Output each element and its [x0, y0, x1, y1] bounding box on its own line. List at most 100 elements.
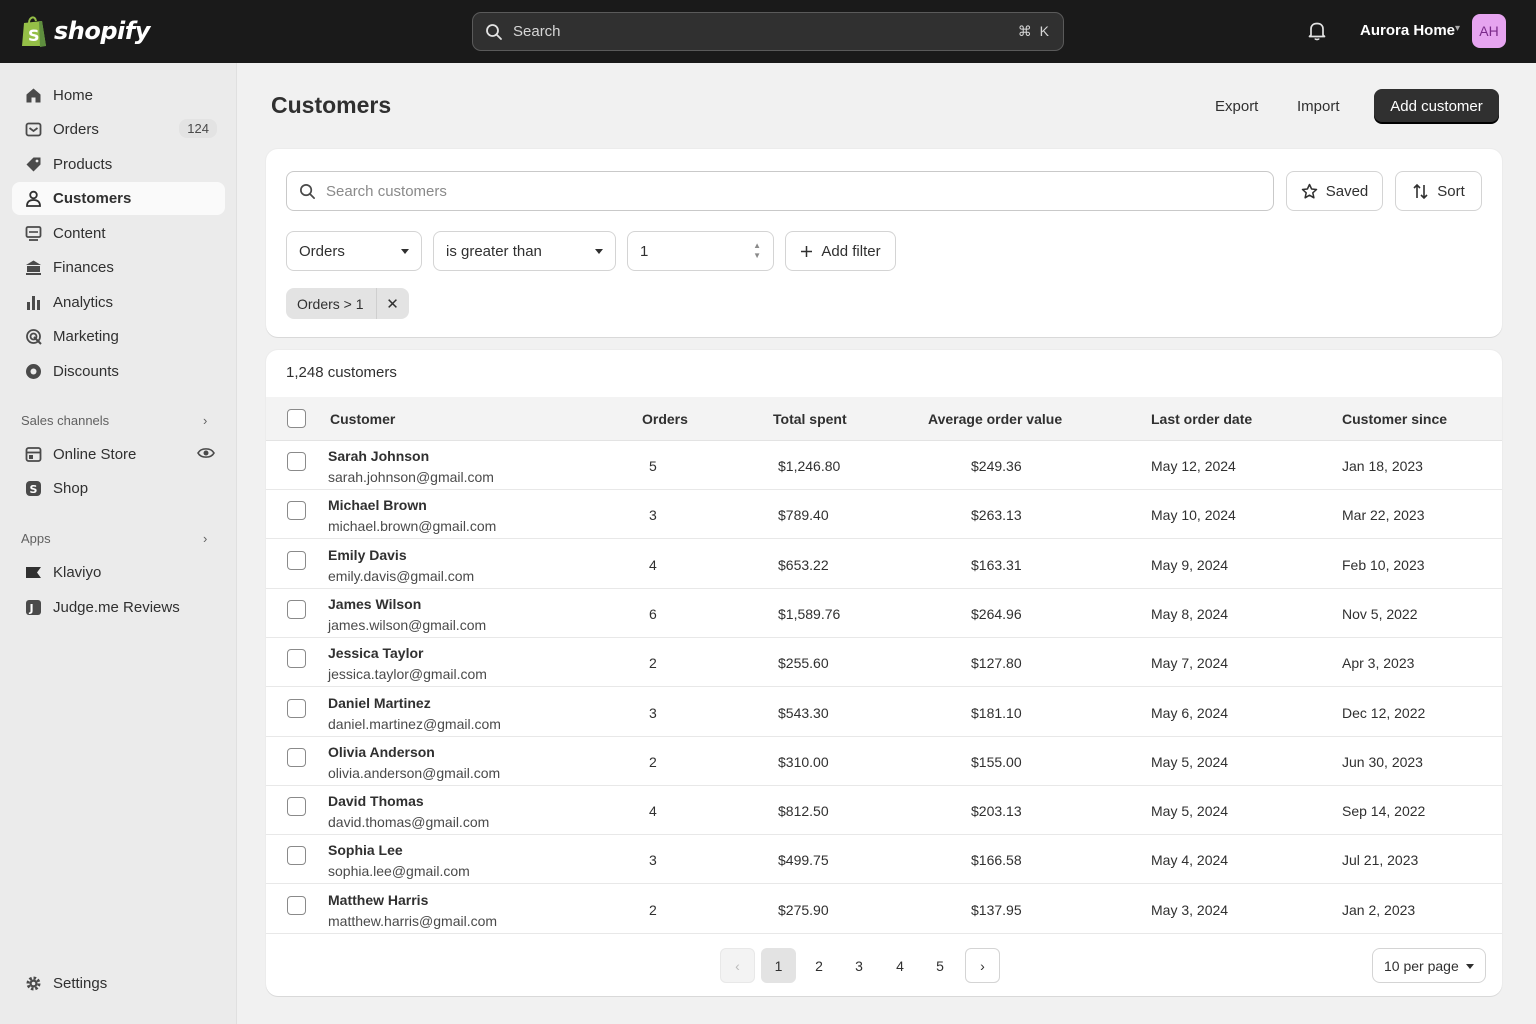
next-page-button[interactable]: ›	[965, 948, 1000, 983]
per-page-select[interactable]: 10 per page	[1372, 948, 1486, 983]
cell-orders: 5	[649, 458, 657, 474]
column-header-average-order-value[interactable]: Average order value	[928, 411, 1062, 427]
filter-value-stepper[interactable]: 1 ▲ ▼	[627, 231, 774, 271]
customer-name[interactable]: Emily Davis	[328, 547, 407, 563]
table-row[interactable]: Matthew Harris matthew.harris@gmail.com 2 $…	[266, 885, 1502, 934]
customer-email: sophia.lee@gmail.com	[328, 863, 470, 880]
filter-field-select[interactable]: Orders	[286, 231, 422, 271]
export-button[interactable]: Export	[1215, 90, 1258, 122]
row-checkbox[interactable]	[287, 501, 306, 521]
cell-aov: $163.31	[971, 556, 1022, 573]
customer-name[interactable]: Olivia Anderson	[328, 744, 435, 760]
customer-email: emily.davis@gmail.com	[328, 567, 475, 584]
sidebar-item-judgeme[interactable]: J Judge.me Reviews	[12, 591, 225, 624]
row-checkbox[interactable]	[287, 797, 306, 817]
orders-icon	[24, 121, 42, 139]
sort-button[interactable]: Sort	[1395, 171, 1482, 211]
cell-orders: 3	[649, 852, 657, 869]
sidebar-item-shop[interactable]: S Shop	[12, 472, 225, 505]
page-button-2[interactable]: 2	[803, 948, 835, 983]
row-checkbox[interactable]	[287, 550, 306, 570]
row-checkbox[interactable]	[287, 747, 306, 767]
table-row[interactable]: Sophia Lee sophia.lee@gmail.com 3 $499.75 $1…	[266, 835, 1502, 885]
sidebar-item-label: Analytics	[53, 294, 114, 311]
table-row[interactable]: Sarah Johnson sarah.johnson@gmail.com 5 $1,…	[266, 441, 1502, 490]
row-checkbox[interactable]	[287, 698, 306, 718]
sidebar-item-online-store[interactable]: Online Store	[12, 438, 225, 471]
sidebar-item-content[interactable]: Content	[12, 217, 225, 250]
previous-page-button[interactable]: ‹	[720, 948, 755, 983]
cell-last: May 10, 2024	[1151, 507, 1236, 524]
customer-name[interactable]: Sophia Lee	[328, 842, 403, 858]
add-customer-button[interactable]: Add customer	[1374, 89, 1499, 123]
global-search-input[interactable]: Search ⌘ K	[472, 12, 1064, 51]
avatar[interactable]: AH	[1472, 14, 1506, 48]
table-row[interactable]: Jessica Taylor jessica.taylor@gmail.com 2 $…	[266, 638, 1502, 688]
table-row[interactable]: Michael Brown michael.brown@gmail.com 3 $78…	[266, 490, 1502, 540]
saved-button[interactable]: Saved	[1286, 171, 1383, 211]
chevron-right-icon[interactable]: ›	[203, 413, 207, 428]
klaviyo-icon	[24, 564, 42, 582]
row-checkbox[interactable]	[287, 649, 306, 669]
orders-count-badge: 124	[179, 119, 217, 138]
customer-search-input[interactable]: Search customers	[286, 171, 1274, 211]
page-button-3[interactable]: 3	[843, 948, 875, 983]
sales-channels-label: Sales channels	[21, 413, 110, 428]
cell-since: Dec 12, 2022	[1342, 704, 1426, 721]
row-checkbox[interactable]	[287, 895, 306, 915]
row-checkbox[interactable]	[287, 846, 306, 866]
page-button-4[interactable]: 4	[884, 948, 916, 983]
eye-icon[interactable]	[197, 446, 215, 464]
close-icon[interactable]: ✕	[377, 295, 409, 313]
sidebar-item-finances[interactable]: Finances	[12, 251, 225, 284]
sidebar-item-settings[interactable]: Settings	[12, 967, 225, 1000]
column-header-customer-since[interactable]: Customer since	[1342, 411, 1447, 427]
table-row[interactable]: David Thomas david.thomas@gmail.com 4 $812.…	[266, 786, 1502, 836]
cell-orders: 4	[649, 556, 657, 573]
cell-since: Jan 2, 2023	[1342, 901, 1416, 918]
page-button-1[interactable]: 1	[761, 948, 796, 983]
page-button-5[interactable]: 5	[924, 948, 956, 983]
filter-operator-select[interactable]: is greater than	[433, 231, 616, 271]
table-row[interactable]: Emily Davis emily.davis@gmail.com 4 $653.22…	[266, 540, 1502, 589]
sidebar-item-discounts[interactable]: Discounts	[12, 355, 225, 388]
sidebar-item-orders[interactable]: Orders 124	[12, 113, 225, 146]
row-checkbox[interactable]	[287, 452, 306, 471]
sidebar-item-klaviyo[interactable]: Klaviyo	[12, 556, 225, 589]
customer-name[interactable]: Jessica Taylor	[328, 645, 423, 661]
customer-name[interactable]: David Thomas	[328, 793, 424, 809]
column-header-customer[interactable]: Customer	[330, 411, 395, 427]
shopify-logo[interactable]: S shopify	[20, 14, 150, 48]
sidebar-item-marketing[interactable]: Marketing	[12, 320, 225, 353]
sidebar-item-customers[interactable]: Customers	[12, 182, 225, 215]
chevron-right-icon[interactable]: ›	[203, 531, 207, 546]
table-row[interactable]: Olivia Anderson olivia.anderson@gmail.com…	[266, 737, 1502, 786]
column-header-last-order-date[interactable]: Last order date	[1151, 411, 1252, 427]
chevron-down-icon[interactable]: ▾	[1455, 23, 1460, 34]
sidebar-item-label: Marketing	[53, 328, 119, 345]
stepper-arrows-icon[interactable]: ▲ ▼	[753, 241, 761, 261]
customer-name[interactable]: Sarah Johnson	[328, 448, 429, 464]
customer-name[interactable]: Michael Brown	[328, 497, 427, 513]
cell-total: $310.00	[778, 753, 829, 770]
bell-icon[interactable]	[1306, 20, 1328, 42]
sidebar-item-analytics[interactable]: Analytics	[12, 286, 225, 319]
cell-since: Jan 18, 2023	[1342, 458, 1423, 474]
filter-chip: Orders > 1 ✕	[286, 288, 409, 319]
row-checkbox[interactable]	[287, 599, 306, 619]
table-row[interactable]: Daniel Martinez daniel.martinez@gmail.com…	[266, 688, 1502, 737]
customer-name[interactable]: Daniel Martinez	[328, 695, 431, 711]
add-filter-button[interactable]: Add filter	[785, 231, 896, 271]
sidebar-item-home[interactable]: Home	[12, 79, 225, 112]
column-header-total-spent[interactable]: Total spent	[773, 411, 847, 427]
select-all-checkbox[interactable]	[287, 409, 306, 428]
sidebar-item-products[interactable]: Products	[12, 148, 225, 181]
sidebar-item-label: Home	[53, 87, 94, 104]
import-button[interactable]: Import	[1297, 90, 1340, 122]
store-name[interactable]: Aurora Home	[1360, 22, 1455, 39]
customer-name[interactable]: James Wilson	[328, 596, 421, 612]
customer-name[interactable]: Matthew Harris	[328, 892, 428, 908]
table-row[interactable]: James Wilson james.wilson@gmail.com 6 $1,58…	[266, 589, 1502, 638]
cell-aov: $166.58	[971, 852, 1022, 869]
column-header-orders[interactable]: Orders	[642, 411, 688, 427]
